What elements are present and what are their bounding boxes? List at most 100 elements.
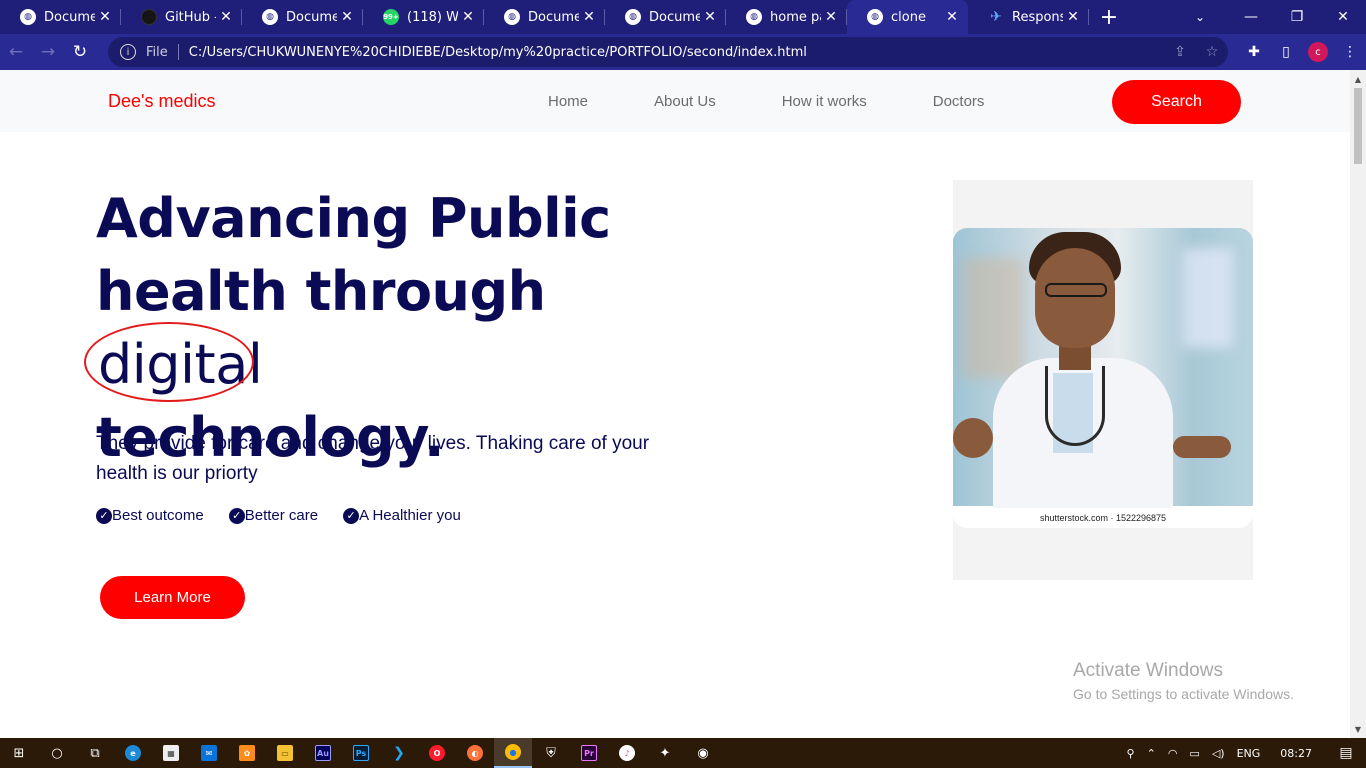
opera-icon[interactable]: O <box>418 738 456 768</box>
nav-doctors[interactable]: Doctors <box>933 93 985 110</box>
photo-glasses <box>1045 283 1107 297</box>
volume-icon[interactable]: ◁) <box>1206 747 1231 760</box>
tab-clone[interactable]: ◍ clone ✕ <box>847 0 968 34</box>
scrollbar-thumb[interactable] <box>1354 88 1362 164</box>
tab-search-icon[interactable]: ⌄ <box>1182 0 1218 34</box>
feature-label: Better care <box>244 507 319 524</box>
wifi-icon[interactable]: ◠ <box>1162 747 1184 760</box>
tab-document-2[interactable]: ◍ Document ✕ <box>242 0 363 34</box>
extensions-icon[interactable]: ✚ <box>1238 44 1270 60</box>
notification-icon[interactable]: ▤ <box>1326 745 1366 761</box>
edge-icon[interactable]: e <box>114 738 152 768</box>
shield-icon[interactable]: ⛨ <box>532 738 570 768</box>
file-explorer-icon[interactable]: ▭ <box>266 738 304 768</box>
doctor-photo: shutterstock.com · 1522296875 <box>953 228 1253 528</box>
photo-hand-left <box>953 418 993 458</box>
close-icon[interactable]: ✕ <box>216 9 236 25</box>
windows-start-icon[interactable]: ⊞ <box>0 738 38 768</box>
profile-avatar[interactable]: c <box>1308 42 1328 62</box>
tab-title: (118) What <box>407 9 458 25</box>
scroll-down-icon[interactable]: ▼ <box>1350 722 1366 736</box>
people-icon[interactable]: ⚲ <box>1121 747 1141 760</box>
github-icon <box>141 9 157 25</box>
browser-toolbar: ← → ↻ i File C:/Users/CHUKWUNENYE%20CHID… <box>0 34 1366 70</box>
store-icon[interactable]: ▦ <box>152 738 190 768</box>
clock[interactable]: 08:27 <box>1266 747 1326 760</box>
share-icon[interactable]: ⇪ <box>1164 44 1196 60</box>
address-bar[interactable]: i File C:/Users/CHUKWUNENYE%20CHIDIEBE/D… <box>108 37 1228 67</box>
menu-icon[interactable]: ⋮ <box>1334 44 1366 60</box>
close-icon[interactable]: ✕ <box>95 9 115 25</box>
app-icon[interactable]: ✿ <box>228 738 266 768</box>
restore-icon[interactable]: ❐ <box>1274 0 1320 34</box>
page-scrollbar[interactable]: ▲ ▼ <box>1350 70 1366 738</box>
close-window-icon[interactable]: ✕ <box>1320 0 1366 34</box>
feature-label: A Healthier you <box>359 507 461 524</box>
divider <box>177 44 179 60</box>
tab-document-3[interactable]: ◍ Document ✕ <box>484 0 605 34</box>
nav-about-us[interactable]: About Us <box>654 93 716 110</box>
vscode-icon[interactable]: ❯ <box>380 738 418 768</box>
tab-title: Document <box>528 9 579 25</box>
language-indicator[interactable]: ENG <box>1231 747 1267 760</box>
hero-title-line2: health through <box>96 260 546 323</box>
system-tray: ⚲ ⌃ ◠ ▭ ◁) ENG 08:27 ▤ <box>1121 738 1366 768</box>
chrome-icon[interactable]: ● <box>494 738 532 768</box>
game-icon[interactable]: ✦ <box>646 738 684 768</box>
stethoscope-icon <box>1045 366 1105 446</box>
close-icon[interactable]: ✕ <box>458 9 478 25</box>
bookmark-star-icon[interactable]: ☆ <box>1196 44 1228 60</box>
firefox-icon[interactable]: ◐ <box>456 738 494 768</box>
tab-title: home pag <box>770 9 821 25</box>
scroll-up-icon[interactable]: ▲ <box>1350 72 1366 86</box>
itunes-icon[interactable]: ♪ <box>608 738 646 768</box>
url-text[interactable]: C:/Users/CHUKWUNENYE%20CHIDIEBE/Desktop/… <box>189 45 1164 60</box>
close-icon[interactable]: ✕ <box>821 9 841 25</box>
close-icon[interactable]: ✕ <box>700 9 720 25</box>
info-icon[interactable]: i <box>120 44 136 60</box>
close-icon[interactable]: ✕ <box>1063 9 1083 25</box>
brand-logo[interactable]: Dee's medics <box>108 91 215 112</box>
check-circle-icon: ✓ <box>228 507 245 524</box>
toolbar-right: ✚ ▯ c ⋮ <box>1238 34 1366 70</box>
back-icon[interactable]: ← <box>0 36 32 68</box>
new-tab-button[interactable]: + <box>1089 0 1129 34</box>
hero-image-panel: shutterstock.com · 1522296875 <box>953 180 1253 580</box>
learn-more-button[interactable]: Learn More <box>100 576 245 619</box>
minimize-icon[interactable]: — <box>1228 0 1274 34</box>
check-circle-icon: ✓ <box>343 507 360 524</box>
globe-icon: ◍ <box>867 9 883 25</box>
hero-title-line1: Advancing Public <box>96 187 611 250</box>
premiere-icon[interactable]: Pr <box>570 738 608 768</box>
photo-head <box>1035 248 1115 348</box>
forward-icon[interactable]: → <box>32 36 64 68</box>
close-icon[interactable]: ✕ <box>579 9 599 25</box>
tab-whatsapp[interactable]: 99+ (118) What ✕ <box>363 0 484 34</box>
scheme-label: File <box>146 44 168 60</box>
photoshop-icon[interactable]: Ps <box>342 738 380 768</box>
cortana-search-icon[interactable]: ○ <box>38 738 76 768</box>
page-viewport: Dee's medics Home About Us How it works … <box>0 70 1350 738</box>
reload-icon[interactable]: ↻ <box>64 36 96 68</box>
feature-item: ✓ Better care <box>228 507 319 524</box>
tab-home-page[interactable]: ◍ home pag ✕ <box>726 0 847 34</box>
image-caption: shutterstock.com · 1522296875 <box>953 508 1253 528</box>
close-icon[interactable]: ✕ <box>337 9 357 25</box>
record-icon[interactable]: ◉ <box>684 738 722 768</box>
side-panel-icon[interactable]: ▯ <box>1270 44 1302 60</box>
battery-icon[interactable]: ▭ <box>1183 747 1205 760</box>
close-icon[interactable]: ✕ <box>942 9 962 25</box>
task-view-icon[interactable]: ⧉ <box>76 738 114 768</box>
feature-item: ✓ Best outcome <box>96 507 204 524</box>
tab-responsive[interactable]: ✈ Responsiv ✕ <box>968 0 1089 34</box>
nav-how-it-works[interactable]: How it works <box>782 93 867 110</box>
audition-icon[interactable]: Au <box>304 738 342 768</box>
tab-document-4[interactable]: ◍ Document ✕ <box>605 0 726 34</box>
mail-icon[interactable]: ✉ <box>190 738 228 768</box>
tab-document-1[interactable]: ◍ Document ✕ <box>0 0 121 34</box>
search-button[interactable]: Search <box>1112 80 1241 124</box>
chevron-up-icon[interactable]: ⌃ <box>1141 747 1162 760</box>
tab-github[interactable]: GitHub - b ✕ <box>121 0 242 34</box>
site-navbar: Dee's medics Home About Us How it works … <box>0 70 1350 132</box>
nav-home[interactable]: Home <box>548 93 588 110</box>
